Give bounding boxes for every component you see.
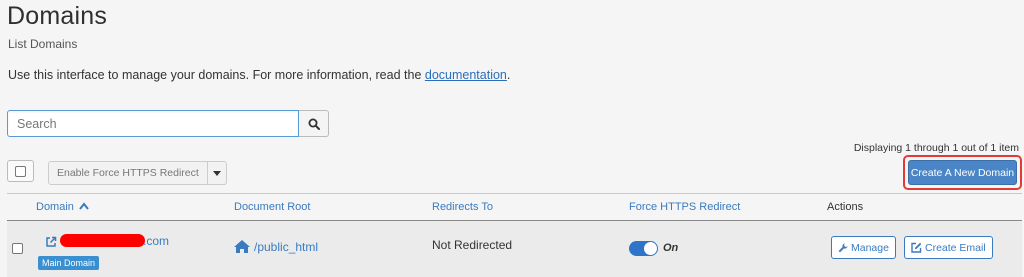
- sort-ascending-icon: [79, 202, 89, 210]
- intro-paragraph: Use this interface to manage your domain…: [8, 68, 510, 82]
- select-all-checkbox[interactable]: [7, 160, 34, 182]
- toggle-knob: [644, 242, 657, 255]
- document-root-link[interactable]: /public_html: [254, 240, 318, 254]
- https-redirect-split-button: Enable Force HTTPS Redirect: [48, 161, 227, 185]
- external-link-icon[interactable]: [45, 236, 57, 248]
- redacted-domain: [60, 234, 145, 247]
- table-row: .com Main Domain /public_html Not Redire…: [7, 221, 1022, 277]
- redirect-status: Not Redirected: [432, 238, 513, 252]
- search-button[interactable]: [299, 110, 329, 137]
- main-domain-badge: Main Domain: [38, 256, 100, 270]
- domain-link[interactable]: .com: [143, 234, 169, 248]
- search-icon: [308, 118, 320, 130]
- search-bar: [7, 110, 329, 137]
- manage-label: Manage: [851, 241, 889, 254]
- caret-down-icon: [212, 170, 221, 176]
- column-document-root[interactable]: Document Root: [234, 201, 310, 213]
- create-email-label: Create Email: [925, 241, 986, 254]
- documentation-link[interactable]: documentation: [425, 68, 507, 82]
- force-https-toggle[interactable]: [629, 241, 658, 256]
- edit-icon: [911, 242, 922, 253]
- checkbox-square: [15, 165, 26, 177]
- column-domain[interactable]: Domain: [36, 201, 89, 213]
- wrench-icon: [838, 243, 848, 252]
- table-header: Domain Document Root Redirects To Force …: [7, 193, 1022, 221]
- create-email-button[interactable]: Create Email: [904, 236, 993, 259]
- column-domain-label: Domain: [36, 201, 74, 213]
- manage-button[interactable]: Manage: [831, 236, 896, 259]
- create-domain-button[interactable]: Create A New Domain: [908, 160, 1017, 185]
- page-subtitle: List Domains: [8, 37, 78, 51]
- https-redirect-dropdown-toggle[interactable]: [207, 161, 227, 185]
- intro-text: Use this interface to manage your domain…: [8, 68, 425, 82]
- paging-info: Displaying 1 through 1 out of 1 item: [853, 142, 1019, 154]
- intro-end: .: [506, 68, 511, 82]
- force-https-state: On: [663, 242, 679, 254]
- enable-https-redirect-button[interactable]: Enable Force HTTPS Redirect: [48, 161, 208, 185]
- search-input[interactable]: [7, 110, 299, 137]
- home-icon: [234, 240, 250, 253]
- page-title: Domains: [7, 2, 108, 30]
- row-checkbox[interactable]: [12, 243, 23, 254]
- column-force-https[interactable]: Force HTTPS Redirect: [629, 201, 740, 213]
- column-actions: Actions: [827, 201, 864, 213]
- column-redirects-to[interactable]: Redirects To: [432, 201, 493, 213]
